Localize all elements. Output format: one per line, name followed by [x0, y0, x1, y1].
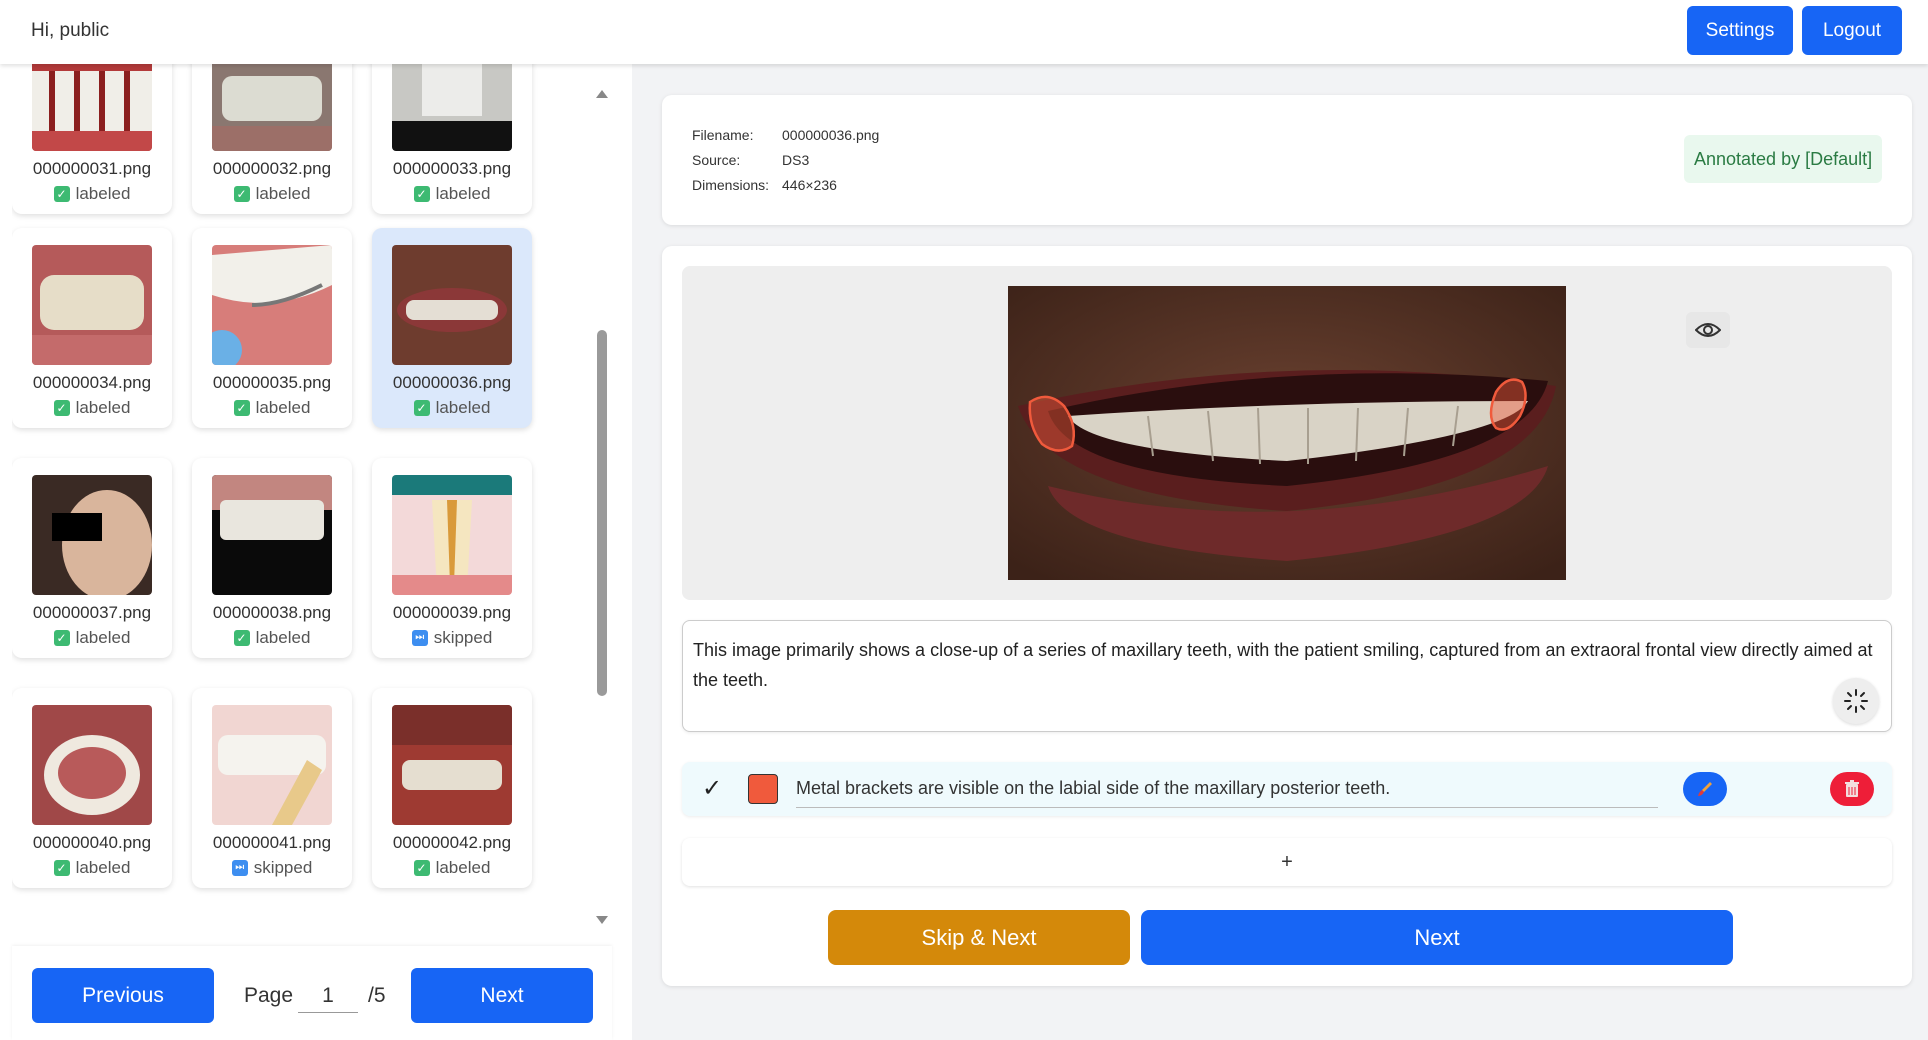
thumbnail-image — [392, 64, 512, 151]
thumbnail-filename: 000000036.png — [392, 373, 512, 392]
skip-next-button[interactable]: Skip & Next — [828, 910, 1130, 965]
thumbnail-status: ⏭ skipped — [372, 628, 532, 648]
skip-icon: ⏭ — [231, 860, 248, 876]
finding-row: ✓ Metal brackets are visible on the labi… — [682, 762, 1892, 816]
thumbnail-image — [32, 245, 152, 365]
gallery-card[interactable]: 000000038.png ✓ labeled — [192, 458, 352, 658]
scroll-up-icon[interactable] — [596, 90, 608, 98]
thumbnail-filename: 000000039.png — [392, 603, 512, 622]
thumbnail-status: ✓ labeled — [192, 184, 352, 204]
page-number-input[interactable] — [298, 979, 358, 1013]
thumbnail-image — [212, 705, 332, 825]
next-page-button[interactable]: Next — [411, 968, 593, 1023]
filename-row: Filename: 000000036.png — [692, 127, 880, 143]
gallery-card[interactable]: 000000035.png ✓ labeled — [192, 228, 352, 428]
thumbnail-status: ✓ labeled — [372, 858, 532, 878]
trash-icon — [1845, 780, 1859, 797]
scroll-down-icon[interactable] — [596, 916, 608, 924]
thumbnail-filename: 000000042.png — [392, 833, 512, 852]
thumbnail-status: ✓ labeled — [372, 184, 532, 204]
add-finding-button[interactable]: + — [682, 838, 1892, 886]
thumbnail-image — [212, 475, 332, 595]
check-icon: ✓ — [53, 630, 70, 646]
thumbnail-filename: 000000031.png — [32, 159, 152, 178]
check-icon: ✓ — [233, 186, 250, 202]
check-icon: ✓ — [413, 186, 430, 202]
finding-color-swatch[interactable] — [748, 774, 778, 804]
thumbnail-image — [32, 705, 152, 825]
top-bar: Hi, public Settings Logout — [0, 0, 1928, 64]
toggle-visibility-button[interactable] — [1686, 312, 1730, 348]
skip-icon: ⏭ — [411, 630, 428, 646]
settings-button[interactable]: Settings — [1687, 6, 1793, 55]
page-label: Page — [244, 984, 294, 1007]
check-icon: ✓ — [413, 400, 430, 416]
thumbnail-image — [32, 475, 152, 595]
gallery-card[interactable]: 000000039.png ⏭ skipped — [372, 458, 532, 658]
greeting-text: Hi, public — [31, 20, 110, 41]
image-viewer — [682, 266, 1892, 600]
eye-icon — [1695, 323, 1721, 337]
thumbnail-image — [32, 64, 152, 151]
gallery-card[interactable]: 000000042.png ✓ labeled — [372, 688, 532, 888]
thumbnail-filename: 000000041.png — [212, 833, 332, 852]
gallery-card[interactable]: 000000033.png ✓ labeled — [372, 64, 532, 214]
pagination-bar: Previous Page /5 Next — [12, 946, 612, 1040]
gallery-card[interactable]: 000000032.png ✓ labeled — [192, 64, 352, 214]
page-total: /5 — [368, 984, 386, 1007]
check-icon: ✓ — [233, 630, 250, 646]
thumbnail-image — [212, 245, 332, 365]
thumbnail-status: ✓ labeled — [12, 628, 172, 648]
next-button[interactable]: Next — [1141, 910, 1733, 965]
description-text[interactable]: This image primarily shows a close-up of… — [682, 620, 1892, 732]
thumbnail-status: ✓ labeled — [192, 398, 352, 418]
thumbnail-image — [392, 705, 512, 825]
thumbnail-filename: 000000032.png — [212, 159, 332, 178]
thumbnail-image — [392, 475, 512, 595]
thumbnail-filename: 000000034.png — [32, 373, 152, 392]
thumbnail-status: ✓ labeled — [12, 398, 172, 418]
thumbnail-status: ⏭ skipped — [192, 858, 352, 878]
check-icon: ✓ — [233, 400, 250, 416]
gallery-card[interactable]: 000000041.png ⏭ skipped — [192, 688, 352, 888]
source-row: Source: DS3 — [692, 152, 810, 168]
gallery-card[interactable]: 000000031.png ✓ labeled — [12, 64, 172, 214]
thumbnail-status: ✓ labeled — [12, 184, 172, 204]
check-icon: ✓ — [53, 186, 70, 202]
image-info-card: Filename: 000000036.png Source: DS3 Dimens… — [662, 95, 1912, 225]
gallery-card[interactable]: 000000040.png ✓ labeled — [12, 688, 172, 888]
main-image[interactable] — [1008, 286, 1566, 580]
delete-finding-button[interactable] — [1830, 772, 1874, 806]
check-icon: ✓ — [53, 400, 70, 416]
ai-generate-button[interactable] — [1833, 678, 1879, 724]
sparkle-icon — [1844, 689, 1868, 713]
check-icon: ✓ — [413, 860, 430, 876]
thumbnail-filename: 000000040.png — [32, 833, 152, 852]
thumbnail-filename: 000000037.png — [32, 603, 152, 622]
thumbnail-filename: 000000035.png — [212, 373, 332, 392]
logout-button[interactable]: Logout — [1802, 6, 1902, 55]
finding-check-icon[interactable]: ✓ — [702, 774, 722, 803]
thumbnail-grid[interactable]: 000000031.png ✓ labeled 000000032.png ✓ la… — [12, 64, 588, 940]
gallery-card[interactable]: 000000034.png ✓ labeled — [12, 228, 172, 428]
annotated-by-badge: Annotated by [Default] — [1684, 135, 1883, 183]
brush-icon — [1698, 782, 1712, 796]
gallery-card[interactable]: 000000037.png ✓ labeled — [12, 458, 172, 658]
thumbnail-filename: 000000033.png — [392, 159, 512, 178]
thumbnail-image — [392, 245, 512, 365]
image-gallery-panel: 000000031.png ✓ labeled 000000032.png ✓ la… — [0, 64, 632, 1040]
thumbnail-status: ✓ labeled — [372, 398, 532, 418]
check-icon: ✓ — [53, 860, 70, 876]
draw-mask-button[interactable] — [1683, 772, 1727, 806]
annotation-card: This image primarily shows a close-up of… — [662, 246, 1912, 986]
scrollbar-thumb[interactable] — [597, 330, 607, 696]
thumbnail-status: ✓ labeled — [192, 628, 352, 648]
previous-page-button[interactable]: Previous — [32, 968, 214, 1023]
gallery-card-selected[interactable]: 000000036.png ✓ labeled — [372, 228, 532, 428]
finding-text-input[interactable]: Metal brackets are visible on the labial… — [796, 778, 1658, 808]
thumbnail-status: ✓ labeled — [12, 858, 172, 878]
thumbnail-filename: 000000038.png — [212, 603, 332, 622]
thumbnail-image — [212, 64, 332, 151]
dimensions-row: Dimensions: 446×236 — [692, 177, 837, 193]
